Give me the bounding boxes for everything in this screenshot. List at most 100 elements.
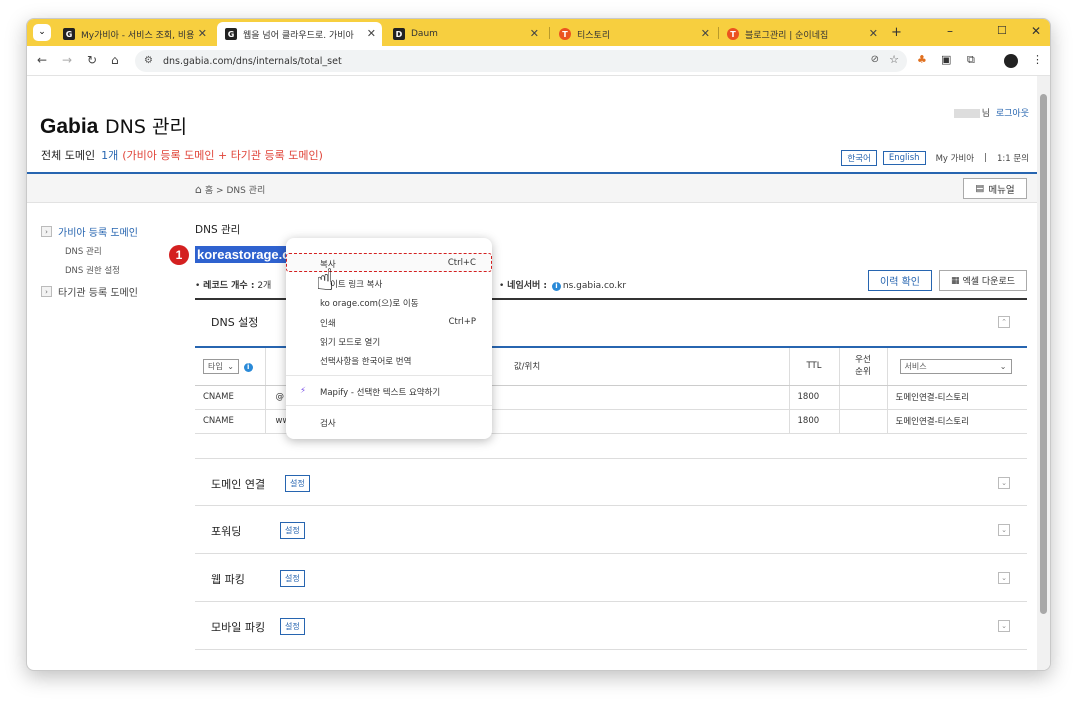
domain-count[interactable]: 1개 <box>101 149 118 162</box>
service-select[interactable]: 서비스 ⌄ <box>899 358 1012 374</box>
tab-title: 블로그관리 | 순이네집 <box>745 30 829 41</box>
section-domain-connect[interactable]: 도메인 연결 설정 ⌄ <box>195 458 1027 506</box>
breadcrumb: ⌂ 홈 > DNS 관리 <box>195 183 266 196</box>
col-ttl: TTL <box>789 346 840 386</box>
menu-item-copy-link[interactable]: 이트 링크 복사 <box>330 278 382 290</box>
menu-divider <box>286 405 492 406</box>
type-select[interactable]: 타입 ⌄ <box>203 358 239 374</box>
mapify-icon: ⚡ <box>300 386 306 396</box>
close-tab-icon[interactable]: ✕ <box>367 27 376 40</box>
domain-connect-settings-button[interactable]: 설정 <box>285 475 310 492</box>
menu-item-translate[interactable]: 선택사항을 한국어로 번역 <box>320 355 411 367</box>
tistory-favicon-icon: T <box>559 28 571 40</box>
shortcut-print: Ctrl+P <box>448 317 476 327</box>
my-gabia-link[interactable]: My 가비아 <box>936 152 975 164</box>
section-web-parking[interactable]: 웹 파킹 설정 ⌄ <box>195 554 1027 602</box>
expand-icon[interactable]: ⌄ <box>998 620 1010 632</box>
tab-strip: ⌄ G My가비아 - 서비스 조회, 비용 ✕ G 웹을 넘어 클라우드로. … <box>27 19 1050 46</box>
menu-divider <box>286 375 492 376</box>
close-tab-icon[interactable]: ✕ <box>530 27 539 40</box>
close-tab-icon[interactable]: ✕ <box>869 27 878 40</box>
inquiry-link[interactable]: 1:1 문의 <box>997 152 1029 164</box>
extension-r-icon[interactable]: ▣ <box>941 53 951 66</box>
tab-title: 웹을 넘어 클라우드로. 가비아 <box>243 30 354 41</box>
chevron-right-icon: › <box>41 286 52 297</box>
new-tab-button[interactable]: + <box>891 25 902 40</box>
sidebar-item-gabia-domains[interactable]: › 가비아 등록 도메인 <box>41 224 138 239</box>
close-tab-icon[interactable]: ✕ <box>701 27 710 40</box>
back-icon[interactable]: ← <box>37 53 47 67</box>
gabia-favicon-icon: G <box>63 28 75 40</box>
pointer-hand-icon: ☝ <box>316 263 335 298</box>
section-heading: DNS 관리 <box>195 224 241 236</box>
user-area: 님 로그아웃 <box>953 106 1029 119</box>
chart-icon: ▦ <box>950 275 960 286</box>
daum-favicon-icon: D <box>393 28 405 40</box>
web-parking-settings-button[interactable]: 설정 <box>280 570 305 587</box>
url-text: dns.gabia.com/dns/internals/total_set <box>163 55 342 67</box>
sidebar: › 가비아 등록 도메인 DNS 관리 DNS 권한 설정 › 타기관 등록 도… <box>41 224 138 305</box>
lang-en-button[interactable]: English <box>882 151 926 165</box>
scrollbar[interactable] <box>1037 76 1050 670</box>
url-bar[interactable]: ⚙ dns.gabia.com/dns/internals/total_set … <box>135 50 907 72</box>
sidebar-item-other-domains[interactable]: › 타기관 등록 도메인 <box>41 284 138 299</box>
lang-ko-button[interactable]: 한국어 <box>841 150 877 166</box>
menu-item-inspect[interactable]: 검사 <box>320 417 336 429</box>
manual-button[interactable]: ▤ 메뉴얼 <box>963 178 1027 199</box>
dns-settings-title: DNS 설정 <box>211 316 259 329</box>
expand-icon[interactable]: ⌄ <box>998 477 1010 489</box>
menu-item-search[interactable]: ko orage.com(으)로 이동 <box>320 297 419 309</box>
page-content: Gabia DNS 관리 님 로그아웃 전체 도메인 1개 (가비아 등록 도메인 … <box>27 76 1039 670</box>
breadcrumb-bar: ⌂ 홈 > DNS 관리 ▤ 메뉴얼 <box>27 174 1039 203</box>
bookmark-star-icon[interactable]: ☆ <box>889 53 899 66</box>
maximize-icon[interactable]: ☐ <box>997 24 1007 37</box>
extensions-puzzle-icon[interactable]: ⧉ <box>967 53 975 67</box>
col-priority: 우선 순위 <box>839 346 888 386</box>
total-domains: 전체 도메인 1개 (가비아 등록 도메인 + 타기관 등록 도메인) <box>41 149 323 162</box>
gabia-favicon-icon: G <box>225 28 237 40</box>
info-icon[interactable]: i <box>243 362 253 372</box>
tab-tistory[interactable]: T 티스토리 ✕ <box>551 22 716 46</box>
tab-daum[interactable]: D Daum ✕ <box>385 22 545 46</box>
menu-item-mapify[interactable]: Mapify - 선택한 텍스트 요약하기 <box>320 386 440 398</box>
scrollbar-thumb[interactable] <box>1040 94 1047 614</box>
excel-download-button[interactable]: ▦ 엑셀 다운로드 <box>939 270 1027 291</box>
collapse-icon[interactable]: ⌃ <box>998 316 1010 328</box>
info-icon[interactable]: i <box>551 282 561 291</box>
reload-icon[interactable]: ↻ <box>87 53 97 67</box>
tab-title: 티스토리 <box>577 30 611 41</box>
menu-item-print[interactable]: 인쇄 <box>320 317 336 329</box>
tab-my-gabia[interactable]: G My가비아 - 서비스 조회, 비용 ✕ <box>55 22 213 46</box>
site-info-icon[interactable]: ⚙ <box>144 55 153 66</box>
home-icon[interactable]: ⌂ <box>111 53 119 67</box>
menu-item-reader-mode[interactable]: 읽기 모드로 열기 <box>320 336 380 348</box>
profile-avatar[interactable] <box>1004 54 1018 68</box>
forward-icon[interactable]: → <box>62 53 72 67</box>
extension-icon[interactable]: ♣ <box>917 53 927 66</box>
mobile-parking-settings-button[interactable]: 설정 <box>280 618 305 635</box>
close-window-icon[interactable]: ✕ <box>1031 24 1041 38</box>
expand-icon[interactable]: ⌄ <box>998 524 1010 536</box>
tab-title: My가비아 - 서비스 조회, 비용 <box>81 30 195 41</box>
tab-gabia-active[interactable]: G 웹을 넘어 클라우드로. 가비아 ✕ <box>217 22 382 46</box>
expand-icon[interactable]: ⌄ <box>998 572 1010 584</box>
home-icon[interactable]: ⌂ <box>195 183 202 196</box>
page-title: Gabia DNS 관리 <box>40 115 187 138</box>
sidebar-item-dns-manage[interactable]: DNS 관리 <box>65 245 138 257</box>
close-tab-icon[interactable]: ✕ <box>198 27 207 40</box>
shortcut-copy: Ctrl+C <box>447 258 476 268</box>
tab-blog-admin[interactable]: T 블로그관리 | 순이네집 ✕ <box>719 22 884 46</box>
menu-kebab-icon[interactable]: ⋮ <box>1032 53 1043 66</box>
record-count: • 레코드 개수 : 2개 <box>195 281 272 291</box>
nameserver: • 네임서버 : i ns.gabia.co.kr <box>499 281 627 291</box>
chevron-right-icon: › <box>41 226 52 237</box>
logout-link[interactable]: 로그아웃 <box>996 109 1029 119</box>
section-forwarding[interactable]: 포워딩 설정 ⌄ <box>195 506 1027 554</box>
forwarding-settings-button[interactable]: 설정 <box>280 522 305 539</box>
history-button[interactable]: 이력 확인 <box>868 270 932 291</box>
minimize-icon[interactable]: – <box>947 24 953 38</box>
eye-off-icon[interactable]: ⊘ <box>871 54 879 65</box>
section-mobile-parking[interactable]: 모바일 파킹 설정 ⌄ <box>195 602 1027 650</box>
sidebar-item-dns-permission[interactable]: DNS 권한 설정 <box>65 264 138 276</box>
tab-search-icon[interactable]: ⌄ <box>33 24 51 41</box>
